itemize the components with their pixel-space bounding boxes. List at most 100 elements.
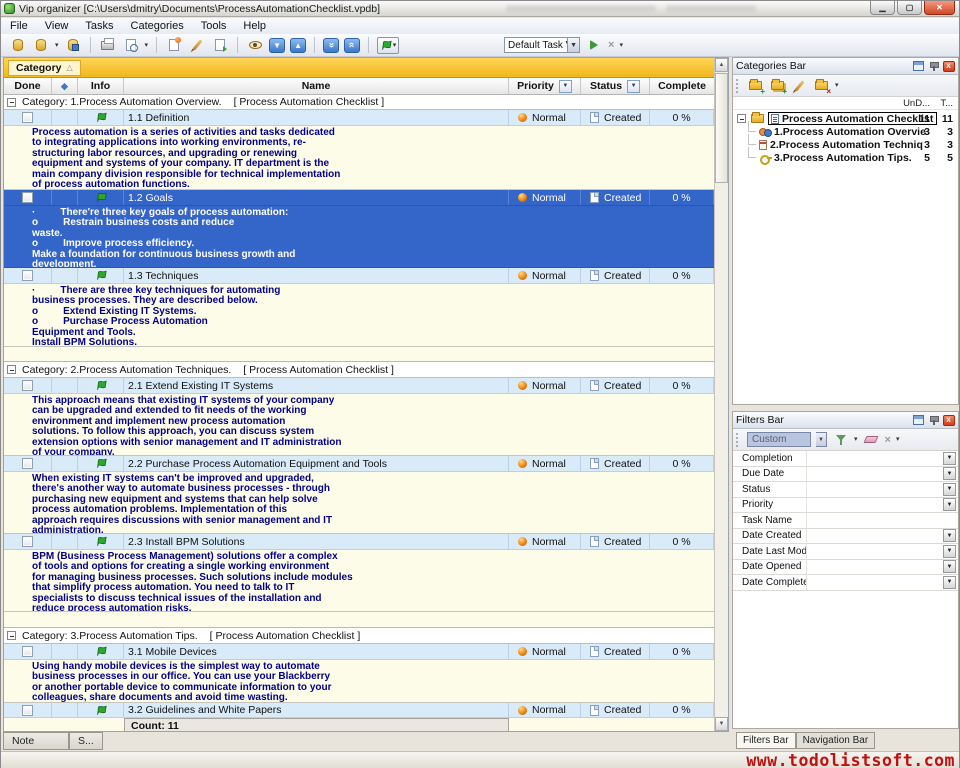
filter-value[interactable]	[807, 467, 943, 482]
tab-search[interactable]: S...	[69, 732, 103, 750]
filters-toolbar-overflow-icon[interactable]: ▾	[896, 436, 900, 443]
categories-toolbar-overflow-icon[interactable]: ▾	[835, 82, 839, 89]
done-checkbox[interactable]	[22, 192, 33, 203]
category-group-header[interactable]: Category: 3.Process Automation Tips. [ P…	[4, 628, 714, 644]
filter-dropdown-icon[interactable]: ▼	[943, 529, 956, 542]
tree-item-category-3[interactable]: 3.Process Automation Tips. 5 5	[733, 151, 958, 164]
pin-panel-icon[interactable]	[927, 414, 940, 426]
menu-categories[interactable]: Categories	[131, 20, 184, 32]
flag-filter-icon[interactable]: ▾	[377, 37, 399, 54]
task-complete[interactable]: 0 %	[650, 268, 714, 283]
move-bottom-icon[interactable]: »	[323, 38, 339, 53]
task-row[interactable]: 2.3 Install BPM Solutions Normal Created…	[4, 534, 714, 550]
pin-panel-icon[interactable]	[927, 60, 940, 72]
menu-tasks[interactable]: Tasks	[85, 20, 113, 32]
open-database-icon[interactable]	[32, 36, 50, 54]
scrollbar-thumb[interactable]	[715, 73, 728, 183]
new-database-icon[interactable]	[9, 36, 27, 54]
collapse-icon[interactable]	[7, 365, 16, 374]
apply-view-icon[interactable]	[585, 36, 603, 54]
filter-preset-dropdown-icon[interactable]: ▼	[816, 432, 827, 447]
task-row[interactable]: 1.3 Techniques Normal Created 0 %	[4, 268, 714, 284]
tab-filters-bar[interactable]: Filters Bar	[736, 732, 796, 749]
menu-file[interactable]: File	[10, 20, 28, 32]
done-checkbox[interactable]	[22, 646, 33, 657]
task-priority[interactable]: Normal	[509, 456, 581, 471]
save-database-icon[interactable]	[64, 36, 82, 54]
task-complete[interactable]: 0 %	[650, 703, 714, 717]
task-row[interactable]: 3.1 Mobile Devices Normal Created 0 %	[4, 644, 714, 660]
maximize-button[interactable]: ▢	[897, 1, 922, 15]
task-priority[interactable]: Normal	[509, 644, 581, 659]
task-row[interactable]: 1.1 Definition Normal Created 0 %	[4, 110, 714, 126]
task-view-dropdown-icon[interactable]: ▼	[568, 37, 580, 53]
task-status[interactable]: Created	[581, 110, 650, 125]
task-name[interactable]: 1.1 Definition	[124, 110, 509, 125]
tree-item-checklist-root[interactable]: Process Automation Checklist 11 11	[733, 112, 958, 125]
status-filter-dropdown-icon[interactable]: ▼	[627, 80, 640, 93]
hide-completed-icon[interactable]	[246, 36, 264, 54]
collapse-icon[interactable]	[7, 631, 16, 640]
scroll-down-icon[interactable]: ▼	[715, 717, 728, 731]
filter-dropdown-icon[interactable]: ▼	[943, 452, 956, 465]
task-complete[interactable]: 0 %	[650, 110, 714, 125]
task-description[interactable]: BPM (Business Process Management) soluti…	[4, 550, 714, 612]
task-row[interactable]: 2.1 Extend Existing IT Systems Normal Cr…	[4, 378, 714, 394]
move-top-icon[interactable]: »	[344, 38, 360, 53]
filter-dropdown-icon[interactable]: ▼	[943, 483, 956, 496]
new-category-icon[interactable]: +	[747, 78, 764, 94]
filter-value[interactable]	[807, 560, 943, 575]
task-complete[interactable]: 0 %	[650, 456, 714, 471]
task-name[interactable]: 1.3 Techniques	[124, 268, 509, 283]
toolbar-grip[interactable]	[736, 433, 740, 447]
column-info[interactable]: Info	[78, 78, 124, 94]
task-name[interactable]: 2.2 Purchase Process Automation Equipmen…	[124, 456, 509, 471]
task-status[interactable]: Created	[581, 268, 650, 283]
clear-filter-icon[interactable]	[863, 432, 880, 448]
menu-help[interactable]: Help	[243, 20, 266, 32]
column-attachment[interactable]: ◆	[52, 78, 78, 94]
task-name[interactable]: 3.2 Guidelines and White Papers	[124, 703, 509, 717]
edit-category-icon[interactable]	[791, 78, 808, 94]
task-description[interactable]: Using handy mobile devices is the simple…	[4, 660, 714, 703]
vertical-scrollbar[interactable]: ▲ ▼	[714, 58, 728, 731]
column-undone[interactable]: UnD...	[903, 98, 930, 109]
task-complete[interactable]: 0 %	[650, 534, 714, 549]
category-group-header[interactable]: Category: 2.Process Automation Technique…	[4, 362, 714, 378]
tab-navigation-bar[interactable]: Navigation Bar	[796, 732, 876, 749]
task-complete[interactable]: 0 %	[650, 190, 714, 205]
done-checkbox[interactable]	[22, 458, 33, 469]
filter-value[interactable]	[807, 498, 943, 513]
tree-item-category-2[interactable]: 2.Process Automation Techniq 3 3	[733, 138, 958, 151]
task-priority[interactable]: Normal	[509, 378, 581, 393]
filter-dropdown-icon[interactable]: ▼	[943, 467, 956, 480]
task-status[interactable]: Created	[581, 378, 650, 393]
toolbar-overflow-icon[interactable]: ▾	[619, 42, 623, 49]
move-up-icon[interactable]: ▲	[290, 38, 306, 53]
task-priority[interactable]: Normal	[509, 110, 581, 125]
done-checkbox[interactable]	[22, 270, 33, 281]
toolbar-grip[interactable]	[736, 79, 740, 93]
filter-preset-combo[interactable]: Custom	[747, 432, 811, 447]
filter-value[interactable]	[807, 575, 943, 590]
filter-dropdown-icon[interactable]: ▼	[943, 576, 956, 589]
task-description[interactable]: This approach means that existing IT sys…	[4, 394, 714, 456]
task-name[interactable]: 2.3 Install BPM Solutions	[124, 534, 509, 549]
apply-filter-dropdown-icon[interactable]: ▾	[854, 436, 858, 443]
task-complete[interactable]: 0 %	[650, 644, 714, 659]
print-dropdown-icon[interactable]: ▾	[145, 42, 149, 49]
undock-panel-icon[interactable]	[912, 60, 925, 72]
minimize-button[interactable]: ▁	[870, 1, 895, 15]
column-total[interactable]: T...	[940, 98, 953, 109]
close-panel-icon[interactable]: x	[942, 414, 955, 426]
task-status[interactable]: Created	[581, 534, 650, 549]
filter-value[interactable]	[807, 513, 958, 528]
filter-dropdown-icon[interactable]: ▼	[943, 545, 956, 558]
done-checkbox[interactable]	[22, 112, 33, 123]
move-down-icon[interactable]: ▼	[269, 38, 285, 53]
filter-value[interactable]	[807, 482, 943, 497]
open-database-dropdown-icon[interactable]: ▾	[55, 42, 59, 49]
close-panel-icon[interactable]: x	[942, 60, 955, 72]
task-description[interactable]: Process automation is a series of activi…	[4, 126, 714, 190]
filter-value[interactable]	[807, 451, 943, 466]
